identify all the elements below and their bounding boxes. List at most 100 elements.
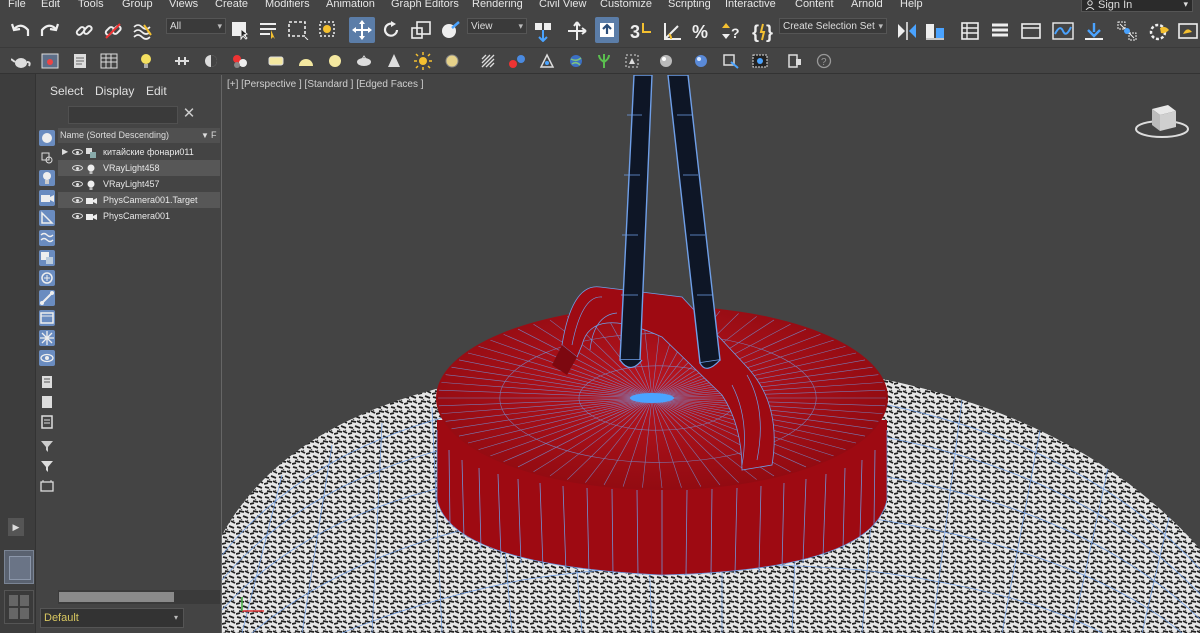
single-viewport-layout-button[interactable] bbox=[4, 550, 34, 584]
window-crossing-button[interactable] bbox=[317, 19, 339, 41]
display-geometry-icon[interactable] bbox=[39, 130, 55, 146]
tree-row[interactable]: VRayLight457 bbox=[58, 176, 220, 192]
curve-editor-button[interactable] bbox=[1050, 19, 1076, 43]
display-particles-icon[interactable] bbox=[39, 330, 55, 346]
menu-scripting[interactable]: Scripting bbox=[668, 0, 711, 10]
clipper-button[interactable] bbox=[537, 51, 557, 71]
filter-options-icon[interactable] bbox=[39, 438, 55, 454]
layer-dropdown[interactable]: Default bbox=[40, 608, 184, 628]
mesh-light-button[interactable] bbox=[354, 51, 374, 71]
plane-light-button[interactable] bbox=[266, 51, 286, 71]
close-icon[interactable]: ✕ bbox=[182, 106, 196, 122]
menu-rendering[interactable]: Rendering bbox=[472, 0, 523, 10]
explorer-menu-display[interactable]: Display bbox=[95, 84, 134, 98]
keyboard-shortcut-override-button[interactable] bbox=[595, 17, 619, 43]
unlink-selection-button[interactable] bbox=[102, 20, 124, 42]
pipeline-button[interactable] bbox=[172, 51, 192, 71]
vray-scene-converter-button[interactable] bbox=[785, 51, 805, 71]
select-and-place-button[interactable] bbox=[438, 19, 462, 41]
display-bones-icon[interactable] bbox=[39, 290, 55, 306]
ambient-light-button[interactable] bbox=[442, 51, 462, 71]
material-map-button[interactable] bbox=[230, 51, 250, 71]
display-lights-icon[interactable] bbox=[39, 170, 55, 186]
expand-arrow-icon[interactable]: ▶ bbox=[62, 144, 68, 160]
undo-button[interactable] bbox=[10, 20, 32, 42]
render-frame-button[interactable] bbox=[40, 51, 60, 71]
sphere-light-button[interactable] bbox=[325, 51, 345, 71]
display-space-warps-icon[interactable] bbox=[39, 230, 55, 246]
select-and-scale-button[interactable] bbox=[409, 19, 433, 41]
redo-button[interactable] bbox=[38, 20, 60, 42]
viewcube[interactable] bbox=[1130, 97, 1190, 147]
chevron-down-icon[interactable]: ▾ bbox=[174, 609, 184, 627]
name-column-header[interactable]: Name (Sorted Descending) ▼ F bbox=[58, 128, 220, 143]
four-viewport-layout-button[interactable] bbox=[4, 590, 34, 624]
menu-create[interactable]: Create bbox=[215, 0, 248, 10]
tree-row[interactable]: ▶ китайские фонари011 bbox=[58, 144, 220, 160]
menu-edit[interactable]: Edit bbox=[41, 0, 60, 10]
reference-coordinate-dropdown[interactable]: View bbox=[467, 18, 527, 34]
ies-light-button[interactable] bbox=[384, 51, 404, 71]
explorer-search-input[interactable] bbox=[68, 106, 178, 124]
named-selection-set-dropdown[interactable]: Create Selection Set bbox=[779, 18, 887, 34]
select-object-button[interactable] bbox=[229, 19, 251, 41]
visibility-eye-icon[interactable] bbox=[72, 213, 83, 219]
explorer-menu-edit[interactable]: Edit bbox=[146, 84, 167, 98]
menu-file[interactable]: File bbox=[8, 0, 26, 10]
menu-content[interactable]: Content bbox=[795, 0, 834, 10]
vray-plant-button[interactable] bbox=[594, 51, 614, 71]
tree-row[interactable]: VRayLight458 bbox=[58, 160, 220, 176]
environment-fog-button[interactable] bbox=[566, 51, 586, 71]
display-none-icon[interactable] bbox=[39, 374, 55, 390]
teapot-button[interactable] bbox=[10, 51, 32, 71]
menu-modifiers[interactable]: Modifiers bbox=[265, 0, 310, 10]
viewport-label-menu[interactable]: [+] [Perspective ] [Standard ] [Edged Fa… bbox=[227, 79, 424, 90]
spinner-snap-toggle-button[interactable]: ? bbox=[718, 19, 742, 43]
sun-light-button[interactable] bbox=[413, 51, 433, 71]
render-frame-window-button[interactable] bbox=[1176, 19, 1200, 43]
menu-tools[interactable]: Tools bbox=[78, 0, 104, 10]
select-and-link-button[interactable] bbox=[73, 20, 95, 42]
selection-filter-dropdown[interactable]: All bbox=[166, 18, 226, 34]
vray-mesh-export-button[interactable] bbox=[720, 51, 742, 71]
explorer-menu-select[interactable]: Select bbox=[50, 84, 83, 98]
invert-display-icon[interactable] bbox=[39, 394, 55, 410]
toggle-scene-explorer-button[interactable] bbox=[958, 19, 982, 43]
toggle-ribbon-button[interactable] bbox=[1019, 19, 1043, 43]
display-shapes-icon[interactable] bbox=[39, 150, 55, 166]
visibility-eye-icon[interactable] bbox=[72, 165, 83, 171]
filter-icon[interactable] bbox=[39, 458, 55, 474]
tree-row[interactable]: PhysCamera001.Target bbox=[58, 192, 220, 208]
fur-button[interactable] bbox=[478, 51, 498, 71]
bind-to-space-warp-button[interactable] bbox=[131, 20, 155, 42]
table-button[interactable] bbox=[98, 51, 120, 71]
select-by-name-button[interactable] bbox=[257, 19, 279, 41]
vray-volume-button[interactable] bbox=[622, 51, 642, 71]
vray-frame-buffer-button[interactable] bbox=[749, 51, 771, 71]
visibility-eye-icon[interactable] bbox=[72, 181, 83, 187]
render-setup-button[interactable] bbox=[1148, 19, 1172, 43]
explorer-horizontal-scrollbar[interactable] bbox=[58, 590, 220, 604]
menu-animation[interactable]: Animation bbox=[326, 0, 375, 10]
menu-civil-view[interactable]: Civil View bbox=[539, 0, 586, 10]
percent-snap-toggle-button[interactable]: % bbox=[689, 19, 713, 43]
edit-named-selection-sets-button[interactable]: {} bbox=[750, 19, 776, 43]
display-groups-icon[interactable] bbox=[39, 250, 55, 266]
rectangular-selection-button[interactable] bbox=[286, 19, 310, 41]
display-helpers-icon[interactable] bbox=[39, 210, 55, 226]
menu-graph-editors[interactable]: Graph Editors bbox=[391, 0, 459, 10]
angle-snap-toggle-button[interactable] bbox=[660, 19, 684, 43]
menu-interactive[interactable]: Interactive bbox=[725, 0, 776, 10]
sign-in-dropdown[interactable]: Sign In ▾ bbox=[1081, 0, 1193, 12]
visibility-eye-icon[interactable] bbox=[72, 197, 83, 203]
help-button[interactable]: ? bbox=[814, 51, 834, 71]
use-pivot-center-button[interactable] bbox=[531, 19, 555, 43]
render-queue-button[interactable] bbox=[70, 51, 90, 71]
frozen-column-header[interactable]: F bbox=[211, 128, 217, 143]
mirror-button[interactable] bbox=[895, 19, 919, 43]
menu-help[interactable]: Help bbox=[900, 0, 923, 10]
toggle-layer-explorer-button[interactable] bbox=[988, 19, 1012, 43]
visibility-eye-icon[interactable] bbox=[72, 149, 83, 155]
display-object-xrefs-icon[interactable] bbox=[39, 270, 55, 286]
vray-vfb-button[interactable] bbox=[690, 51, 712, 71]
